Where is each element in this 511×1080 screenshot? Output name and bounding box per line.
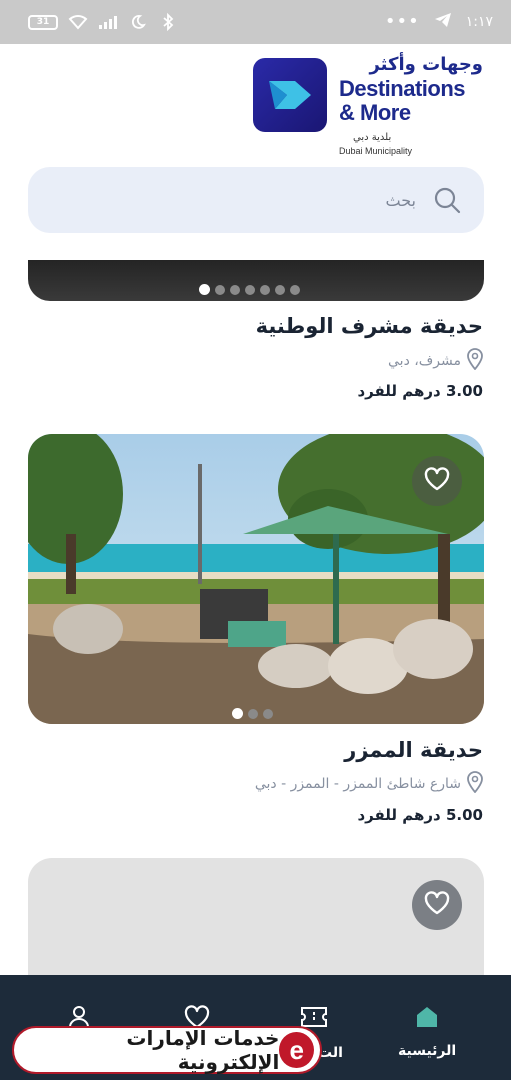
card-price: 3.00 درهم للفرد [357, 382, 483, 400]
carousel-dots [199, 284, 300, 295]
moon-icon [128, 12, 148, 32]
app-logo: وجهات وأكثر Destinations & More بلدية دب… [253, 54, 483, 158]
heart-icon [424, 467, 450, 495]
carousel-dot [199, 284, 210, 295]
nav-item-home[interactable]: الرئيسية [398, 1005, 456, 1059]
card-title[interactable]: حديقة مشرف الوطنية [256, 314, 483, 338]
carousel-dots [232, 708, 273, 719]
favorite-button[interactable] [412, 456, 462, 506]
bluetooth-icon [158, 12, 178, 32]
search-input[interactable]: بحث [28, 167, 484, 233]
battery-icon: 31 [28, 14, 58, 30]
telegram-icon [434, 12, 452, 32]
home-icon [415, 1005, 439, 1033]
card-location: مشرف، دبي [388, 348, 483, 374]
location-text: مشرف، دبي [388, 353, 461, 369]
card-image-placeholder[interactable] [28, 858, 484, 978]
favorite-button[interactable] [412, 880, 462, 930]
status-right: ••• ١:١٧ [385, 12, 493, 32]
location-pin-icon [467, 348, 483, 374]
card-image-carousel[interactable] [28, 434, 484, 724]
status-left: 31 [28, 12, 178, 32]
dm-english-text: Dubai Municipality [339, 146, 413, 156]
location-pin-icon [467, 771, 483, 797]
logo-english-line1: Destinations [339, 76, 466, 101]
carousel-dot [263, 708, 273, 719]
carousel-dot [260, 284, 270, 295]
battery-level: 31 [36, 17, 50, 27]
carousel-dot [290, 284, 300, 295]
signal-icon [98, 12, 118, 32]
carousel-dot [275, 284, 285, 295]
heart-icon [424, 891, 450, 919]
search-placeholder: بحث [385, 190, 417, 210]
dm-arabic-text: بلدية دبي [353, 132, 392, 143]
carousel-dot [248, 708, 258, 719]
clock-time: ١:١٧ [465, 14, 493, 30]
more-notifications-icon: ••• [384, 11, 420, 32]
watermark-banner: e خدمات الإمارات الإلكترونية [12, 1026, 322, 1074]
carousel-dot [230, 284, 240, 295]
card-location: شارع شاطئ الممزر - الممزر - دبي [255, 771, 483, 797]
search-icon[interactable] [432, 185, 462, 215]
location-text: شارع شاطئ الممزر - الممزر - دبي [254, 776, 461, 792]
status-bar: 31 ••• ١:١٧ [0, 0, 511, 44]
logo-english-line2: & More [339, 100, 411, 125]
carousel-dot [245, 284, 255, 295]
watermark-text: خدمات الإمارات الإلكترونية [126, 1026, 280, 1074]
wifi-icon [68, 12, 88, 32]
card-title[interactable]: حديقة الممزر [344, 738, 483, 762]
card-price: 5.00 درهم للفرد [357, 806, 483, 824]
logo-badge-icon [253, 58, 327, 132]
nav-label-home: الرئيسية [398, 1043, 457, 1059]
carousel-dot [232, 708, 243, 719]
watermark-logo-icon: e [279, 1032, 314, 1068]
logo-arabic-text: وجهات وأكثر [369, 54, 483, 75]
carousel-dot [215, 284, 225, 295]
